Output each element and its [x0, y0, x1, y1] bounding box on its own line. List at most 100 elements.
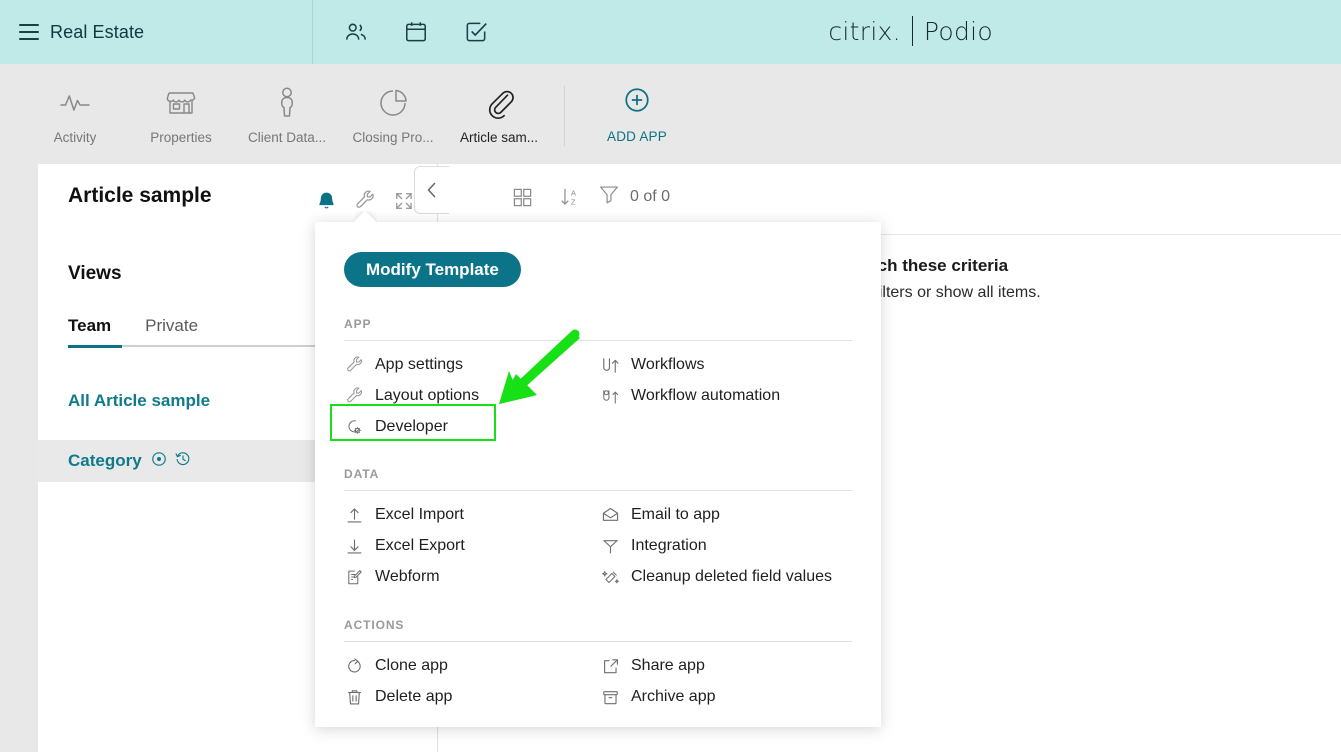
menu-section-data: DATA Excel Import Email to app Excel Exp…: [344, 467, 852, 588]
filter-control[interactable]: 0 of 0: [598, 184, 670, 209]
menu-section-app: APP App settings Workflows Layout option…: [344, 317, 852, 438]
menu-item-label: Share app: [631, 657, 705, 674]
svg-text:Z: Z: [571, 198, 576, 207]
developer-gear-icon: [344, 417, 364, 437]
bell-icon[interactable]: [313, 188, 339, 214]
collapse-pane-button[interactable]: [414, 166, 449, 214]
app-nav-label: Properties: [150, 130, 212, 145]
activity-pulse-icon: [58, 84, 92, 122]
view-item-label: Category: [68, 451, 142, 470]
app-nav-label: Closing Pro...: [352, 130, 434, 145]
share-icon: [600, 656, 620, 676]
webform-icon: [344, 567, 364, 587]
svg-text:A: A: [571, 189, 577, 198]
tab-private[interactable]: Private: [145, 316, 198, 345]
app-navigation-bar: Activity Properties Client Data... Closi…: [0, 64, 1341, 164]
app-nav-item-client-data[interactable]: Client Data...: [234, 64, 340, 164]
menu-item-share-app[interactable]: Share app: [600, 655, 852, 677]
trash-icon: [344, 687, 364, 707]
app-nav-item-closing-process[interactable]: Closing Pro...: [340, 64, 446, 164]
app-nav-item-article-sample[interactable]: Article sam...: [446, 64, 552, 164]
sort-az-icon[interactable]: A Z: [557, 184, 583, 210]
brand-citrix: citrix.: [828, 16, 901, 46]
menu-item-cleanup-deleted-field-values[interactable]: Cleanup deleted field values: [600, 566, 852, 588]
grid-view-icon[interactable]: [509, 184, 535, 210]
app-nav-label: Activity: [53, 130, 97, 145]
paperclip-icon: [483, 84, 515, 122]
header-divider: [312, 0, 313, 64]
wrench-icon: [344, 355, 364, 375]
filter-count: 0 of 0: [630, 187, 671, 205]
storefront-icon: [164, 84, 198, 122]
header-icon-group: [336, 10, 496, 54]
hamburger-icon[interactable]: [10, 13, 48, 51]
tasks-icon[interactable]: [456, 12, 496, 52]
brand-podio: Podio: [923, 16, 993, 46]
menu-item-label: Email to app: [631, 506, 720, 523]
menu-item-integration[interactable]: Integration: [600, 535, 852, 557]
org-title[interactable]: Real Estate: [50, 13, 144, 51]
archive-icon: [600, 687, 620, 707]
app-nav-divider: [564, 86, 565, 146]
menu-item-label: Webform: [375, 568, 440, 585]
menu-item-app-settings[interactable]: App settings: [344, 354, 600, 376]
plus-circle-icon: [623, 86, 651, 119]
clone-icon: [344, 656, 364, 676]
view-item-icons: [151, 451, 191, 472]
menu-section-heading: ACTIONS: [344, 618, 405, 632]
menu-item-email-to-app[interactable]: Email to app: [600, 504, 852, 526]
menu-section-rule: [344, 490, 852, 491]
chevron-left-icon: [427, 182, 436, 198]
add-app-label: ADD APP: [607, 129, 667, 144]
contacts-icon[interactable]: [336, 12, 376, 52]
app-nav-item-activity[interactable]: Activity: [22, 64, 128, 164]
envelope-icon: [600, 505, 620, 525]
pie-chart-icon: [377, 84, 409, 122]
menu-item-label: Cleanup deleted field values: [631, 568, 833, 585]
menu-item-label: Workflows: [631, 356, 705, 373]
menu-item-label: Layout options: [375, 387, 480, 404]
menu-item-label: Excel Export: [375, 537, 465, 554]
menu-item-excel-import[interactable]: Excel Import: [344, 504, 600, 526]
menu-section-heading: DATA: [344, 467, 380, 481]
menu-caret: [355, 211, 377, 222]
menu-item-label: Workflow automation: [631, 387, 781, 404]
menu-item-workflow-automation[interactable]: Workflow automation: [600, 385, 852, 407]
menu-item-label: Integration: [631, 537, 707, 554]
menu-item-workflows[interactable]: Workflows: [600, 354, 852, 376]
add-app-button[interactable]: ADD APP: [577, 64, 697, 164]
menu-item-empty-slot: [600, 416, 852, 438]
menu-item-label: App settings: [375, 356, 464, 373]
top-header: Real Estate citrix. Podio: [0, 0, 1341, 64]
tab-team[interactable]: Team: [68, 316, 111, 345]
menu-section-heading: APP: [344, 317, 372, 331]
person-icon: [272, 84, 302, 122]
menu-item-webform[interactable]: Webform: [344, 566, 600, 588]
view-item-label: All Article sample: [68, 391, 211, 410]
menu-item-label: Excel Import: [375, 506, 464, 523]
menu-item-delete-app[interactable]: Delete app: [344, 686, 600, 708]
page-title: Article sample: [68, 184, 212, 207]
menu-section-rule: [344, 340, 852, 341]
menu-item-layout-options[interactable]: Layout options: [344, 385, 600, 407]
calendar-icon[interactable]: [396, 12, 436, 52]
menu-item-developer[interactable]: Developer: [344, 416, 600, 438]
history-icon[interactable]: [175, 451, 191, 472]
menu-section-actions: ACTIONS Clone app Share app Delete app A…: [344, 618, 852, 708]
wrench-icon: [344, 386, 364, 406]
menu-item-clone-app[interactable]: Clone app: [344, 655, 600, 677]
brand-logo: citrix. Podio: [828, 9, 993, 53]
app-nav-item-properties[interactable]: Properties: [128, 64, 234, 164]
workflow-automation-icon: [600, 386, 620, 406]
upload-icon: [344, 505, 364, 525]
integration-icon: [600, 536, 620, 556]
menu-item-archive-app[interactable]: Archive app: [600, 686, 852, 708]
workflows-icon: [600, 355, 620, 375]
circle-dot-icon[interactable]: [151, 451, 167, 472]
menu-item-label: Developer: [375, 418, 448, 435]
menu-item-excel-export[interactable]: Excel Export: [344, 535, 600, 557]
filter-funnel-icon: [598, 184, 620, 209]
modify-template-button[interactable]: Modify Template: [344, 252, 521, 287]
views-heading: Views: [68, 263, 122, 284]
app-settings-dropdown-menu: Modify Template APP App settings Workflo…: [315, 222, 881, 727]
